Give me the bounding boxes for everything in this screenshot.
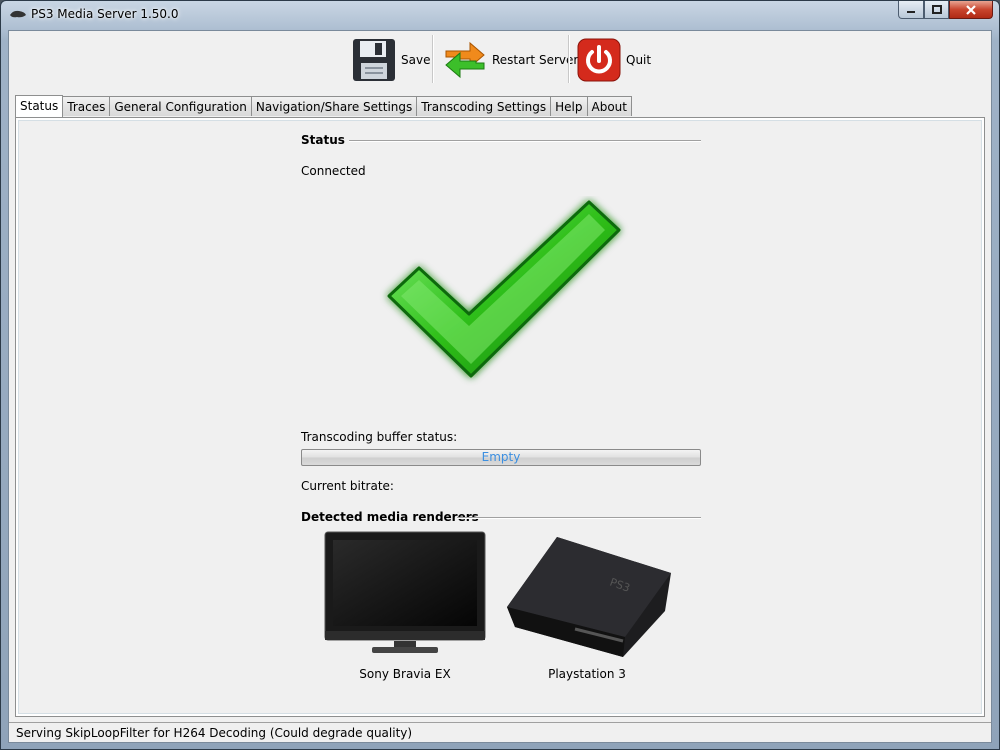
power-icon (577, 38, 621, 82)
app-window: PS3 Media Server 1.50.0 Save Restart Ser… (0, 0, 1000, 750)
checkmark-icon (387, 200, 621, 378)
tab-general-configuration[interactable]: General Configuration (109, 96, 252, 116)
current-bitrate-label: Current bitrate: (301, 479, 394, 493)
tv-icon (324, 531, 486, 653)
renderers-separator (457, 517, 701, 519)
progress-text: Empty (481, 450, 521, 464)
status-section-title: Status (301, 133, 345, 147)
close-button[interactable] (949, 1, 993, 19)
buffer-status-label: Transcoding buffer status: (301, 430, 458, 444)
status-panel: Status Connected Transcoding buffer stat… (15, 117, 985, 717)
window-title: PS3 Media Server 1.50.0 (31, 7, 179, 21)
minimize-button[interactable] (898, 1, 924, 19)
restart-label: Restart Server (492, 53, 579, 67)
tab-help[interactable]: Help (550, 96, 588, 116)
close-icon (966, 4, 976, 15)
maximize-icon (931, 5, 942, 14)
toolbar-separator (568, 35, 570, 83)
save-label: Save (401, 53, 431, 67)
renderer-name: Sony Bravia EX (359, 667, 451, 681)
status-bar: Serving SkipLoopFilter for H264 Decoding… (9, 722, 991, 742)
tab-transcoding-settings[interactable]: Transcoding Settings (416, 96, 552, 116)
transcoding-buffer-progress: Empty (301, 449, 701, 466)
renderers-section-title: Detected media renderers (301, 510, 479, 524)
floppy-disk-icon (353, 39, 395, 81)
minimize-icon (907, 10, 915, 13)
tab-about[interactable]: About (586, 96, 632, 116)
restart-server-button[interactable]: Restart Server (442, 34, 578, 86)
quit-button[interactable]: Quit (576, 34, 651, 86)
client-area: Save Restart Server Quit Status Traces G… (8, 30, 992, 743)
status-bar-text: Serving SkipLoopFilter for H264 Decoding… (16, 726, 413, 740)
status-panel-content: Status Connected Transcoding buffer stat… (18, 120, 982, 714)
tab-status[interactable]: Status (15, 95, 64, 117)
title-bar[interactable]: PS3 Media Server 1.50.0 (1, 1, 999, 29)
tab-navigation-share-settings[interactable]: Navigation/Share Settings (250, 96, 418, 116)
quit-label: Quit (626, 53, 652, 67)
tab-traces[interactable]: Traces (62, 96, 111, 116)
toolbar-separator (432, 35, 434, 83)
save-button[interactable]: Save (351, 34, 430, 86)
restart-arrows-icon (445, 41, 485, 79)
status-separator (349, 140, 701, 142)
renderer-name: Playstation 3 (548, 667, 626, 681)
tab-bar: Status Traces General Configuration Navi… (15, 95, 632, 117)
toolbar: Save Restart Server Quit (9, 31, 991, 93)
maximize-button[interactable] (924, 1, 949, 19)
app-icon (10, 10, 26, 18)
ps3-console-icon: PS3 (507, 537, 671, 657)
connection-status: Connected (301, 164, 366, 178)
